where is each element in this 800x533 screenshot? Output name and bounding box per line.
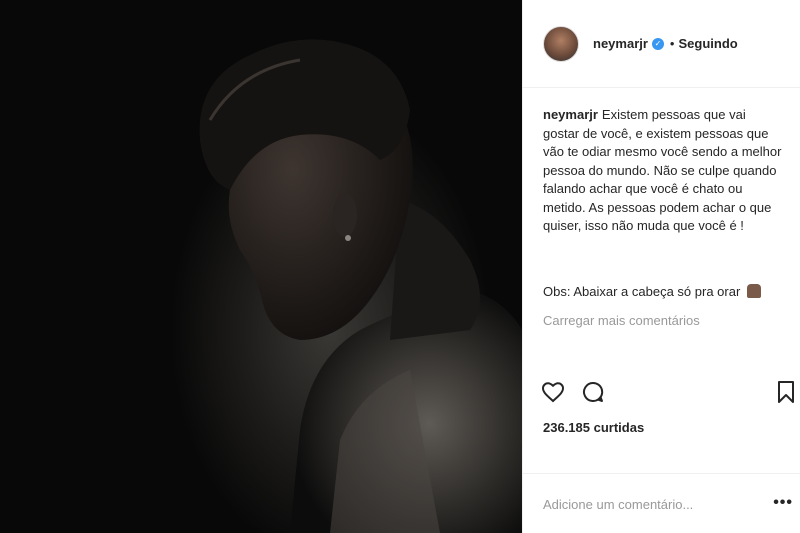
comment-bubble-icon[interactable] xyxy=(581,380,605,404)
heart-icon[interactable] xyxy=(541,380,565,404)
load-more-comments-link[interactable]: Carregar mais comentários xyxy=(543,313,700,328)
comment-input[interactable] xyxy=(543,494,743,514)
post-photo[interactable] xyxy=(0,0,522,533)
header-separator: • xyxy=(669,36,675,51)
post-caption: neymarjr Existem pessoas que vai gostar d… xyxy=(543,106,783,236)
praying-hands-icon xyxy=(746,284,761,298)
verified-badge-icon: ✓ xyxy=(651,37,664,50)
caption-text: Existem pessoas que vai gostar de você, … xyxy=(543,107,782,233)
caption-obs-text: Obs: Abaixar a cabeça só pra orar xyxy=(543,284,741,299)
avatar[interactable] xyxy=(543,25,579,62)
post-username[interactable]: neymarjr xyxy=(593,36,648,51)
post-sidebar: neymarjr ✓ • Seguindo neymarjr Existem pe… xyxy=(522,0,800,533)
bookmark-icon[interactable] xyxy=(777,380,795,404)
follow-status-button[interactable]: Seguindo xyxy=(678,36,737,51)
comment-bar: ••• xyxy=(523,473,800,533)
photo-illustration xyxy=(199,39,522,533)
caption-obs: Obs: Abaixar a cabeça só pra orar xyxy=(543,284,761,299)
likes-count[interactable]: 236.185 curtidas xyxy=(543,420,644,435)
post-header: neymarjr ✓ • Seguindo xyxy=(523,0,800,88)
caption-username[interactable]: neymarjr xyxy=(543,107,598,122)
post-actions xyxy=(541,380,795,406)
more-options-button[interactable]: ••• xyxy=(773,495,793,511)
